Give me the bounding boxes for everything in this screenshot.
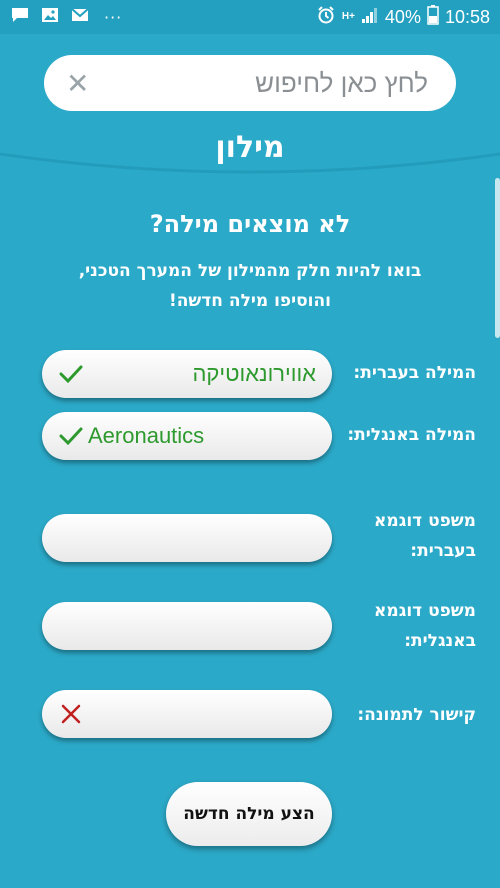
page-title: מילון (215, 130, 285, 165)
status-bar: ··· H+ 40% 10:58 (0, 0, 500, 34)
section-subtext: בואו להיות חלק מהמילון של המערך הטכני, ו… (40, 256, 460, 316)
alarm-icon (316, 5, 336, 30)
suggest-word-button[interactable]: הצע מילה חדשה (166, 782, 332, 846)
english-sentence-label-line-1: משפט דוגמא (374, 601, 476, 621)
message-icon (10, 5, 30, 29)
clock: 10:58 (444, 6, 490, 27)
hebrew-sentence-label-line-2: בעברית: (410, 541, 476, 561)
hebrew-sentence-label: משפט דוגמא בעברית: (336, 506, 476, 566)
image-link-label: קישור לתמונה: (357, 705, 476, 725)
english-word-value: Aeronautics (88, 423, 205, 448)
english-sentence-label: משפט דוגמא באנגלית: (336, 596, 476, 656)
search-placeholder: לחץ כאן לחיפוש (255, 67, 428, 98)
network-type: H+ (341, 11, 355, 22)
valid-check-icon (59, 427, 83, 446)
scrollbar[interactable] (495, 178, 500, 338)
mail-icon (70, 5, 90, 29)
clear-search-icon[interactable]: ✕ (66, 67, 89, 100)
hebrew-sentence-label-line-1: משפט דוגמא (374, 511, 476, 531)
image-link-field[interactable] (42, 690, 332, 738)
english-word-label: המילה באנגלית: (347, 425, 476, 445)
section-heading: לא מוצאים מילה? (149, 210, 351, 238)
subtext-line-1: בואו להיות חלק מהמילון של המערך הטכני, (78, 261, 422, 281)
hebrew-word-field[interactable]: אווירונאוטיקה (42, 350, 332, 398)
more-notifications-icon: ··· (104, 7, 123, 27)
invalid-cross-icon (61, 704, 81, 724)
english-sentence-field[interactable] (42, 602, 332, 650)
gallery-icon (40, 5, 60, 29)
hebrew-word-label: המילה בעברית: (353, 363, 476, 383)
status-right: H+ 40% 10:58 (316, 4, 490, 30)
subtext-line-2: והוסיפו מילה חדשה! (168, 291, 332, 311)
status-left: ··· (10, 5, 122, 29)
valid-check-icon (59, 365, 83, 384)
battery-icon (427, 4, 439, 30)
battery-percent: 40% (384, 6, 421, 27)
hebrew-word-value: אווירונאוטיקה (192, 361, 316, 386)
hebrew-sentence-field[interactable] (42, 514, 332, 562)
search-input[interactable]: ✕ לחץ כאן לחיפוש (44, 55, 456, 111)
signal-icon (361, 6, 379, 29)
english-word-field[interactable]: Aeronautics (42, 412, 332, 460)
english-sentence-label-line-2: באנגלית: (404, 631, 476, 651)
